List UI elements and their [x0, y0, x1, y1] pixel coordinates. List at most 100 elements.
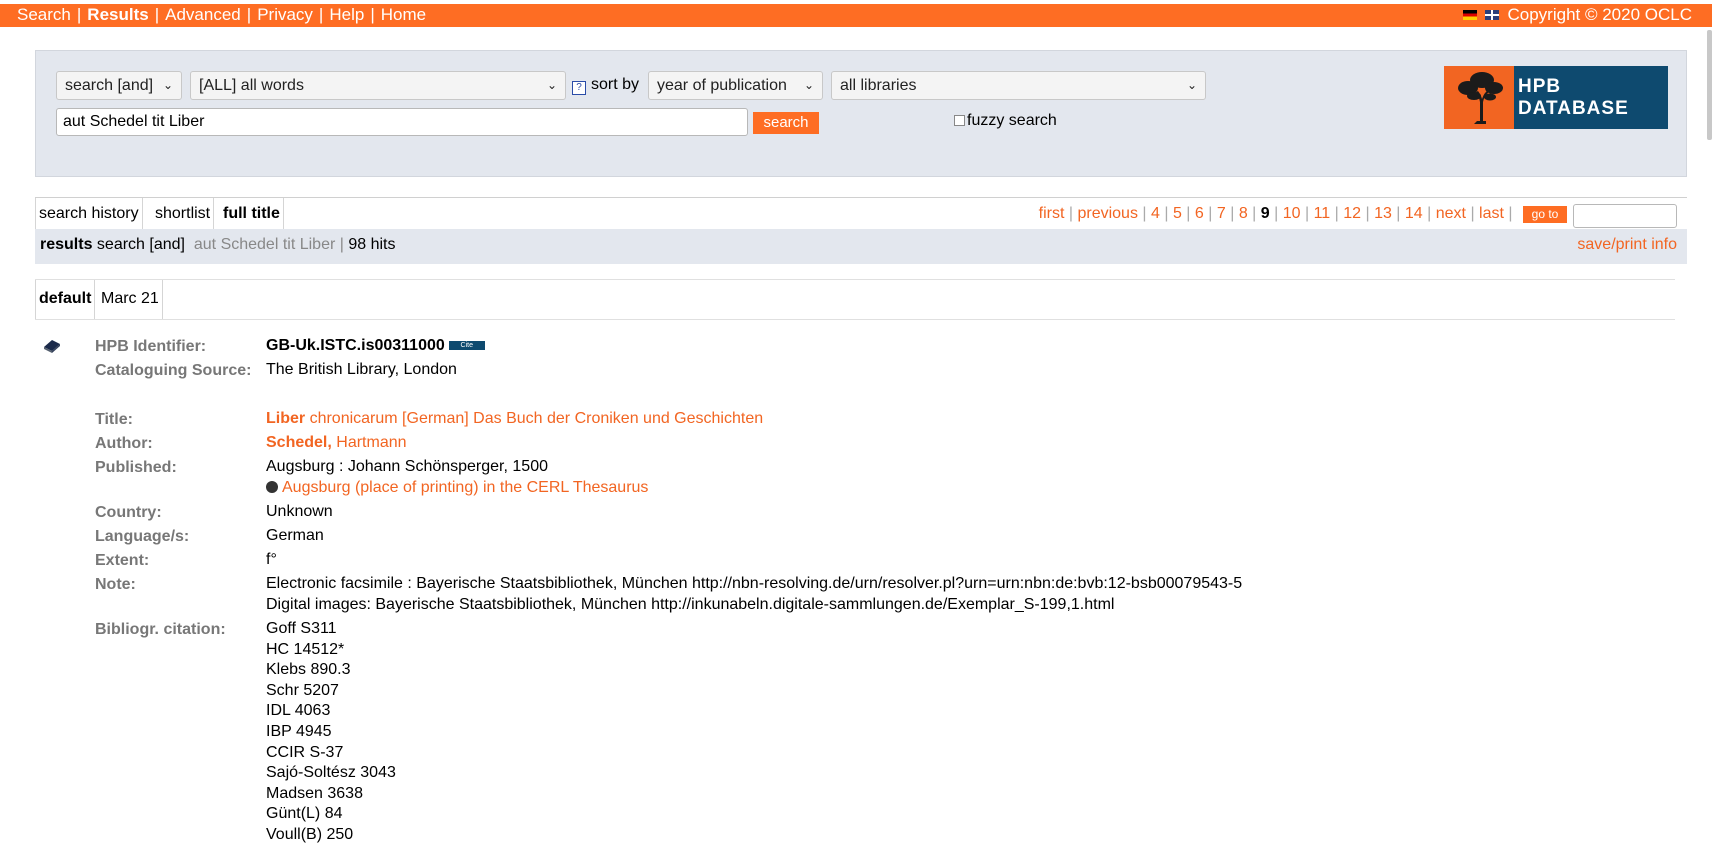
search-operator-text: search [and]	[96, 236, 185, 253]
hits-count: 98 hits	[348, 236, 396, 253]
pagination: first | previous | 4 | 5 | 6 | 7 | 8 | 9…	[1038, 205, 1517, 222]
chevron-down-icon: ⌄	[162, 78, 173, 92]
page-next[interactable]: next	[1436, 205, 1466, 222]
nav-results[interactable]: Results	[87, 5, 148, 24]
page-first[interactable]: first	[1039, 205, 1065, 222]
note-line: Electronic facsimile : Bayerische Staats…	[266, 575, 1243, 592]
chevron-down-icon: ⌄	[1186, 78, 1197, 92]
tab-shortlist[interactable]: shortlist	[152, 198, 215, 229]
chevron-down-icon: ⌄	[803, 78, 814, 92]
search-input[interactable]: aut Schedel tit Liber	[56, 108, 748, 136]
results-label: results	[40, 236, 93, 253]
citation-line: Schr 5207	[266, 681, 339, 699]
query-text: aut Schedel tit Liber	[193, 236, 336, 253]
operator-select[interactable]: search [and] ⌄	[56, 71, 182, 100]
citation-line: Voull(B) 250	[266, 825, 354, 843]
fuzzy-search[interactable]: fuzzy search	[954, 112, 1057, 130]
page-previous[interactable]: previous	[1077, 205, 1137, 222]
citation-line: CCIR S-37	[266, 743, 344, 761]
page-link[interactable]: 12	[1343, 205, 1361, 222]
hpb-logo[interactable]: HPB DATABASE	[1444, 66, 1668, 129]
globe-icon	[266, 480, 278, 493]
citation-line: Goff S311	[266, 620, 337, 637]
page-link[interactable]: 8	[1239, 205, 1248, 222]
title-rest: chronicarum [German] Das Buch der Cronik…	[305, 410, 764, 427]
label-extent: Extent:	[95, 552, 150, 569]
chevron-down-icon: ⌄	[546, 78, 557, 92]
label-published: Published:	[95, 459, 177, 476]
author-rest: Hartmann	[331, 434, 407, 451]
english-flag-icon[interactable]	[1485, 10, 1500, 20]
fuzzy-search-label: fuzzy search	[967, 112, 1057, 129]
label-country: Country:	[95, 504, 162, 521]
page-last[interactable]: last	[1479, 205, 1504, 222]
libraries-select[interactable]: all libraries ⌄	[831, 71, 1206, 100]
page-link[interactable]: 14	[1405, 205, 1423, 222]
tab-full-title[interactable]: full title	[220, 198, 284, 229]
language-value: German	[266, 527, 324, 544]
operator-value: search [and]	[65, 77, 154, 94]
top-nav-bar: Search | Results | Advanced | Privacy | Help | Hom…	[0, 4, 1712, 27]
page-link[interactable]: 7	[1217, 205, 1226, 222]
top-nav: Search | Results | Advanced | Privacy | Help | Hom…	[17, 5, 427, 24]
book-icon	[42, 338, 62, 359]
copyright: Copyright © 2020 OCLC	[1507, 5, 1692, 24]
results-info-bar: results search [and] aut Schedel tit Lib…	[35, 229, 1687, 264]
citation-line: Klebs 890.3	[266, 661, 351, 679]
hpb-identifier-value: GB-Uk.ISTC.is00311000	[266, 337, 445, 354]
nav-advanced[interactable]: Advanced	[165, 5, 241, 24]
cite-button[interactable]: Cite	[448, 341, 485, 351]
country-value: Unknown	[266, 503, 333, 520]
results-toolbar: search history shortlist full title firs…	[35, 197, 1687, 230]
page-link[interactable]: 4	[1151, 205, 1160, 222]
nav-home[interactable]: Home	[381, 5, 426, 24]
page-link[interactable]: 11	[1314, 205, 1331, 222]
nav-help[interactable]: Help	[329, 5, 364, 24]
sort-label: sort by	[591, 76, 640, 93]
save-print-info-link[interactable]: save/print info	[1577, 236, 1677, 253]
note-line: Digital images: Bayerische Staatsbibliot…	[266, 595, 1115, 613]
nav-privacy[interactable]: Privacy	[257, 5, 313, 24]
citation-line: IBP 4945	[266, 722, 332, 740]
title-link[interactable]: Liber chronicarum [German] Das Buch der …	[266, 409, 763, 430]
citation-line: HC 14512*	[266, 640, 345, 658]
page-link[interactable]: 6	[1195, 205, 1204, 222]
extent-value: f°	[266, 551, 277, 568]
field-select[interactable]: [ALL] all words ⌄	[190, 71, 566, 100]
author-bold: Schedel,	[266, 434, 332, 451]
page-link[interactable]: 10	[1283, 205, 1301, 222]
label-cataloguing-source: Cataloguing Source:	[95, 362, 252, 379]
sort-select[interactable]: year of publication ⌄	[648, 71, 823, 100]
logo-line2: DATABASE	[1518, 98, 1629, 119]
libraries-value: all libraries	[840, 77, 917, 94]
author-link[interactable]: Schedel, Hartmann	[266, 433, 407, 454]
citation-line: IDL 4063	[266, 702, 331, 720]
scrollbar-thumb[interactable]	[1707, 30, 1712, 140]
view-tabs: default Marc 21	[35, 279, 1675, 320]
citation-line: Sajó-Soltész 3043	[266, 764, 396, 782]
top-right: Copyright © 2020 OCLC	[1463, 5, 1692, 25]
fuzzy-search-checkbox[interactable]	[954, 115, 965, 127]
label-author: Author:	[95, 435, 153, 452]
goto-button[interactable]: go to	[1523, 206, 1567, 223]
sort-value: year of publication	[657, 77, 787, 94]
tab-default[interactable]: default	[35, 280, 96, 319]
label-language: Language/s:	[95, 528, 190, 545]
tab-search-history[interactable]: search history	[35, 198, 143, 229]
search-button[interactable]: search	[753, 112, 819, 134]
label-note: Note:	[95, 576, 136, 593]
cerl-thesaurus-link[interactable]: Augsburg (place of printing) in the CERL…	[282, 479, 648, 496]
page-current: 9	[1260, 205, 1270, 222]
goto-input[interactable]	[1573, 204, 1677, 228]
page-link[interactable]: 5	[1173, 205, 1182, 222]
tab-marc-21[interactable]: Marc 21	[98, 280, 163, 319]
field-value: [ALL] all words	[199, 77, 304, 94]
published-value: Augsburg : Johann Schönsperger, 1500	[266, 458, 548, 475]
nav-search[interactable]: Search	[17, 5, 71, 24]
german-flag-icon[interactable]	[1463, 10, 1478, 20]
tree-icon	[1444, 66, 1514, 129]
title-bold: Liber	[266, 410, 306, 427]
page-link[interactable]: 13	[1374, 205, 1392, 222]
help-icon[interactable]: ?	[572, 81, 586, 95]
tree-svg	[1458, 72, 1503, 124]
